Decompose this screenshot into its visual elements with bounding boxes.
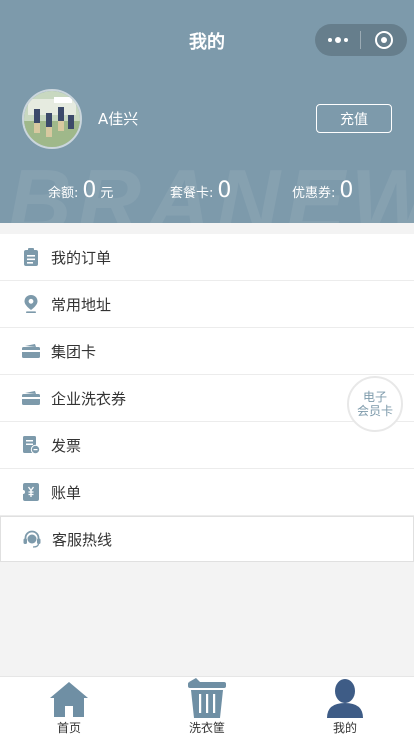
clipboard-icon: [22, 248, 40, 266]
avatar[interactable]: [22, 89, 82, 149]
location-pin-icon: [22, 295, 40, 313]
coupon-stat[interactable]: 优惠券: 0: [292, 178, 353, 203]
e-member-card-button[interactable]: 电子 会员卡: [347, 376, 403, 432]
balance-stat[interactable]: 余额: 0 元: [48, 178, 113, 203]
username: A佳兴: [98, 110, 139, 128]
recharge-button[interactable]: 充值: [316, 104, 392, 133]
menu-item-label: 集团卡: [51, 342, 97, 361]
card-icon: [22, 342, 40, 360]
menu-item-orders[interactable]: 我的订单: [0, 234, 414, 281]
tab-mine[interactable]: 我的: [276, 677, 414, 736]
menu-item-label: 我的订单: [51, 248, 112, 267]
package-card-value: 0: [217, 178, 232, 203]
tab-label: 我的: [332, 721, 357, 735]
tab-label: 洗衣筐: [188, 721, 225, 735]
balance-value: 0: [82, 178, 97, 203]
menu-item-label: 客服热线: [52, 530, 113, 549]
tab-bar: 首页 洗衣筐 我的: [0, 676, 414, 736]
menu-item-label: 账单: [51, 483, 82, 502]
menu-item-group-card[interactable]: 集团卡: [0, 328, 414, 375]
menu-item-customer-service[interactable]: 客服热线: [0, 516, 414, 562]
person-icon: [325, 677, 365, 718]
package-card-label: 套餐卡:: [170, 186, 214, 201]
home-icon: [48, 677, 90, 718]
menu-item-label: 发票: [51, 436, 82, 455]
miniprogram-capsule: [315, 24, 407, 56]
more-icon[interactable]: [315, 37, 360, 43]
menu-item-bill[interactable]: 账单: [0, 469, 414, 516]
menu-item-label: 企业洗衣券: [51, 389, 127, 408]
laundry-basket-icon: [186, 677, 228, 718]
invoice-icon: [22, 436, 40, 454]
card-icon: [22, 389, 40, 407]
bill-icon: [22, 483, 40, 501]
profile-header: BRANEW 我的 A佳兴 充值 余额: 0 元 套餐卡: 0 优惠券: 0: [0, 0, 414, 223]
tab-laundry-basket[interactable]: 洗衣筐: [138, 677, 276, 736]
e-member-card-line1: 电子: [362, 390, 387, 404]
tab-label: 首页: [56, 721, 81, 735]
menu-item-addresses[interactable]: 常用地址: [0, 281, 414, 328]
coupon-label: 优惠券:: [292, 186, 336, 201]
e-member-card-line2: 会员卡: [356, 404, 393, 418]
balance-label: 余额:: [48, 186, 79, 201]
balance-unit: 元: [100, 186, 114, 201]
menu-item-invoice[interactable]: 发票: [0, 422, 414, 469]
menu-item-label: 常用地址: [51, 295, 112, 314]
package-card-stat[interactable]: 套餐卡: 0: [170, 178, 231, 203]
coupon-value: 0: [339, 178, 354, 203]
headset-icon: [23, 530, 41, 548]
tab-home[interactable]: 首页: [0, 677, 138, 736]
close-miniprogram-icon[interactable]: [361, 30, 407, 50]
